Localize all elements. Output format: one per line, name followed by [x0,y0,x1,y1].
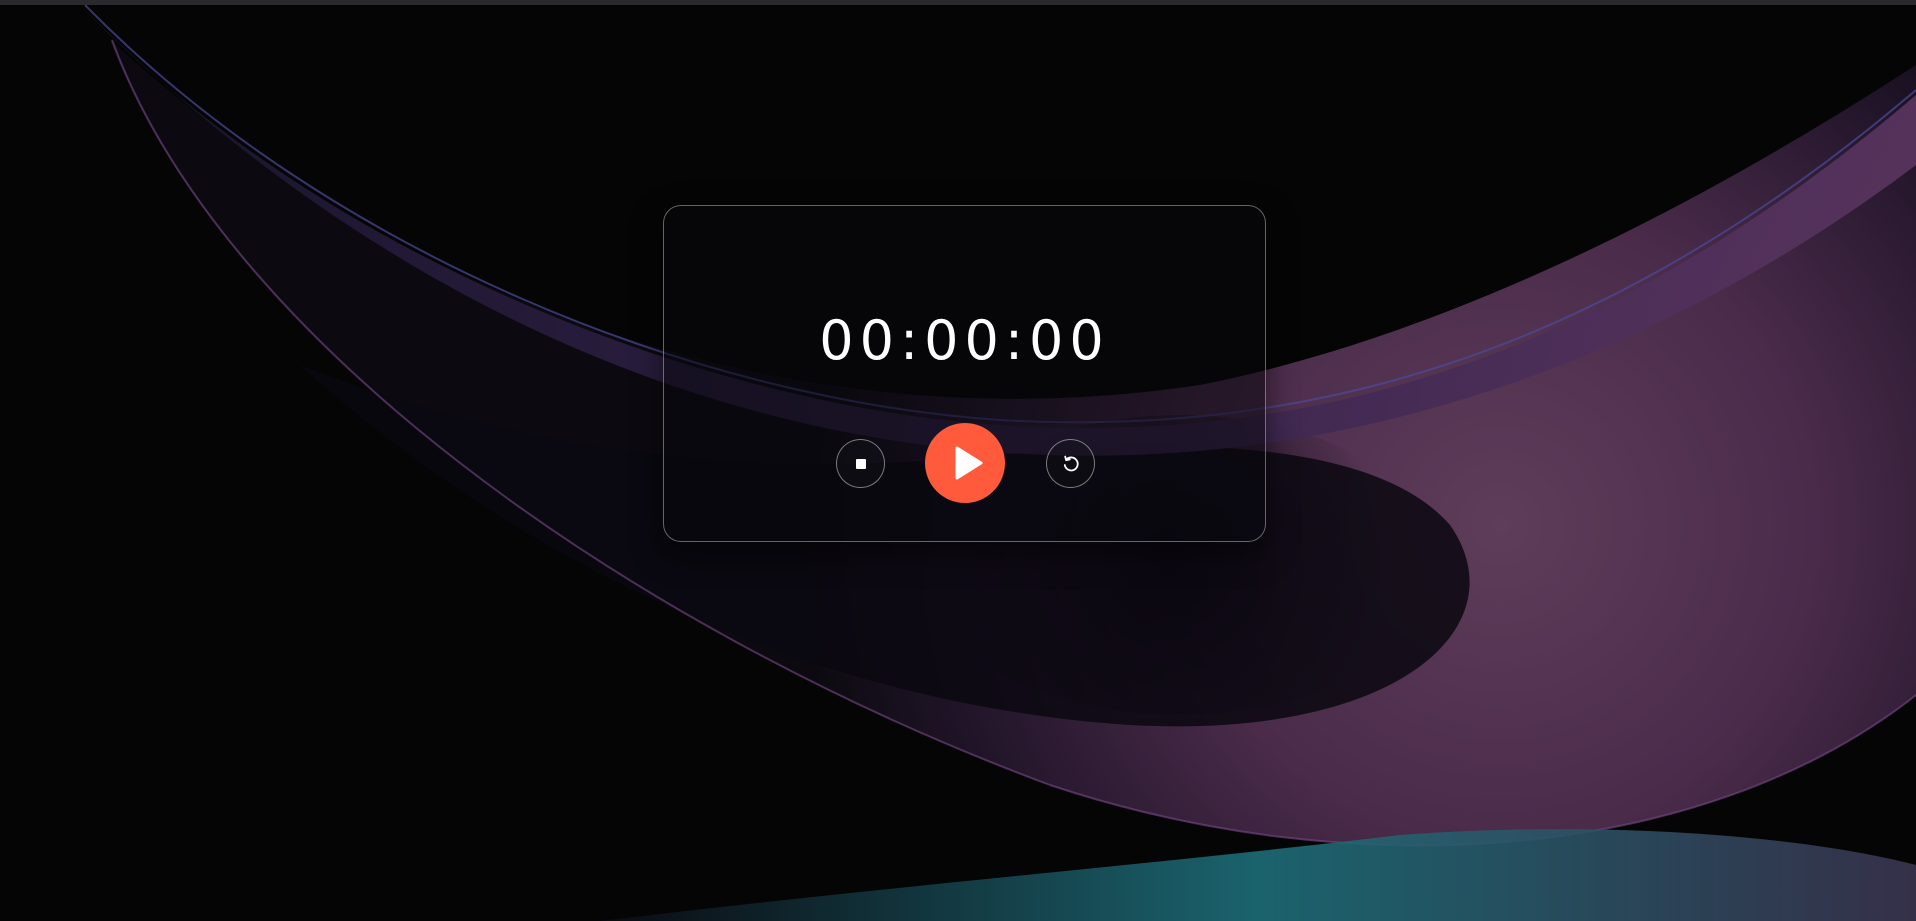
stop-button[interactable] [836,439,885,488]
play-icon [925,423,1005,503]
timer-controls [664,423,1265,503]
play-button[interactable] [925,423,1005,503]
timer-card: 00:00:00 [663,205,1266,542]
reset-icon [1063,455,1079,471]
reset-button[interactable] [1046,439,1095,488]
timer-display: 00:00:00 [819,309,1110,372]
stop-icon [855,458,866,469]
